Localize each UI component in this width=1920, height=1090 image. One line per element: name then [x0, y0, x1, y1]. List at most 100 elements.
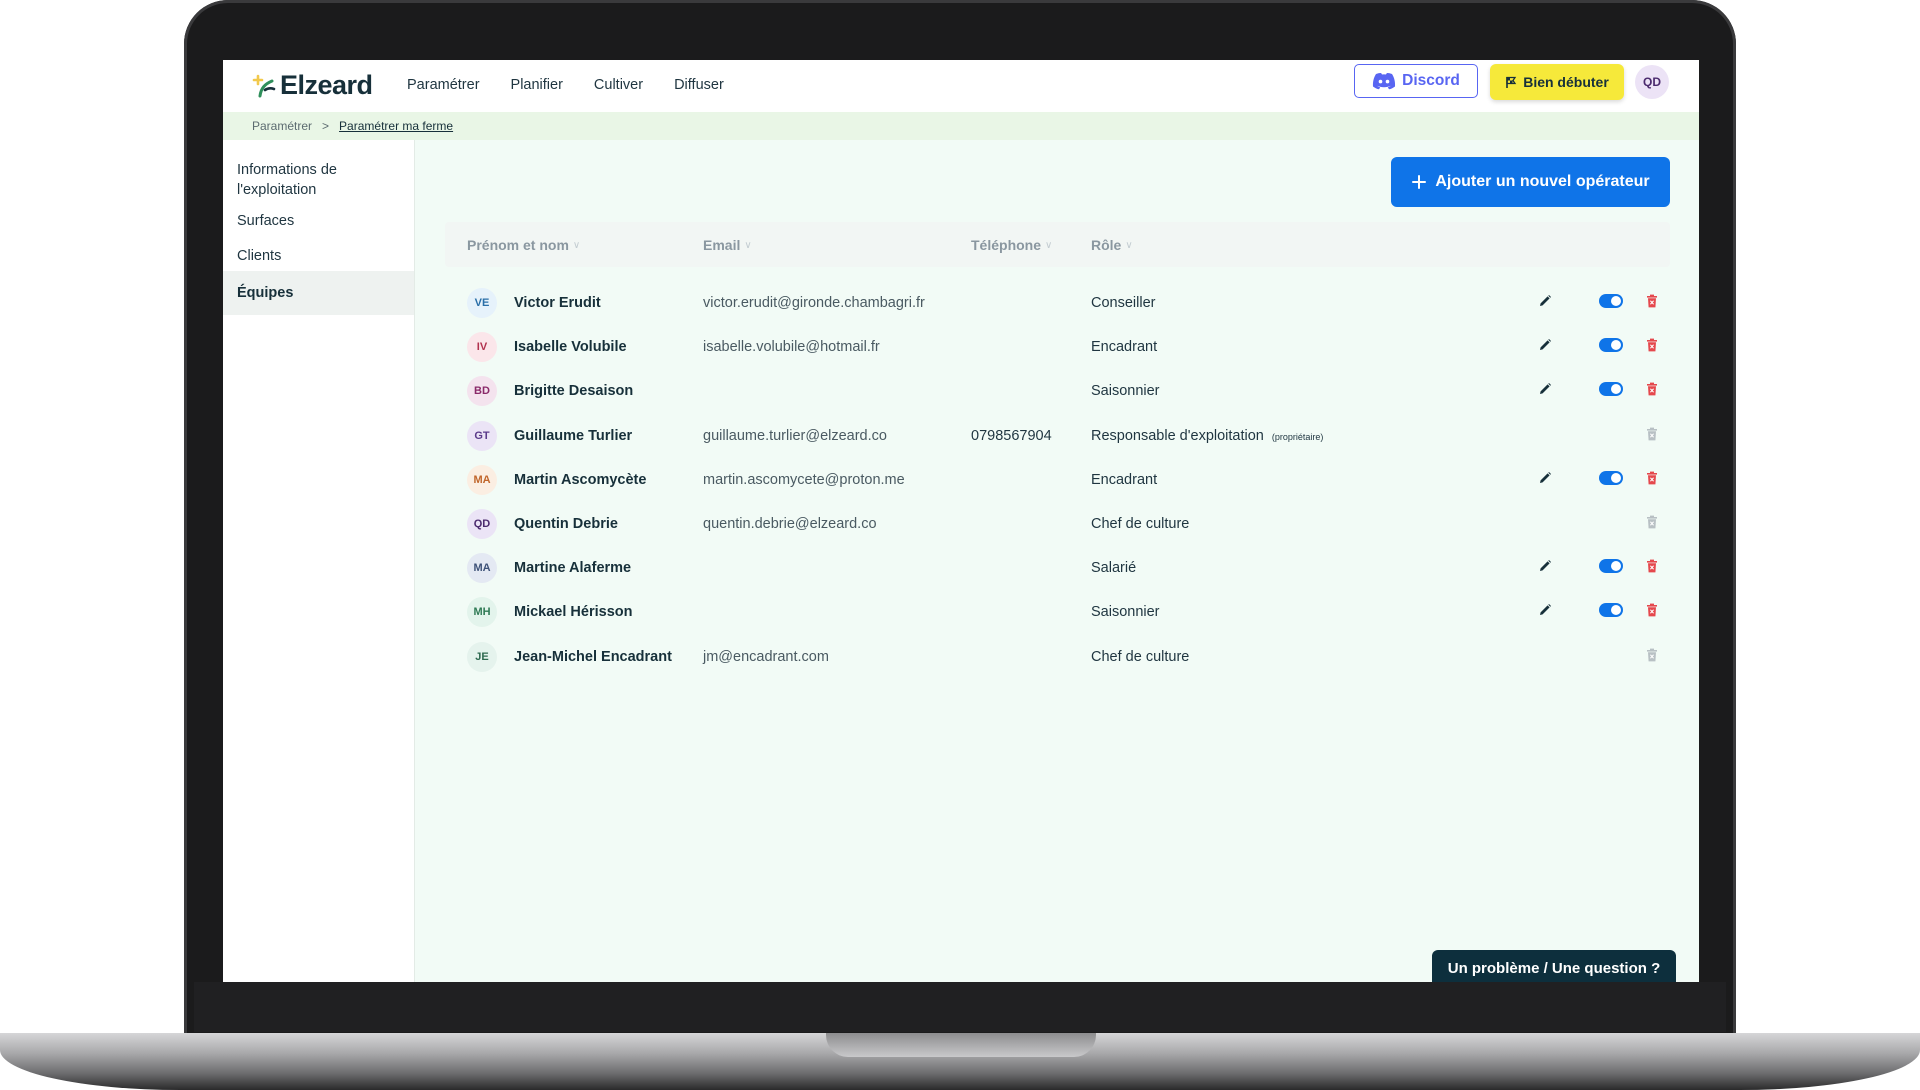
trash-icon	[1647, 427, 1657, 440]
delete-button[interactable]	[1642, 468, 1662, 488]
toggle-knob	[1611, 605, 1621, 616]
column-header-phone[interactable]: Téléphone ∨	[971, 237, 1052, 253]
edit-button[interactable]	[1535, 335, 1555, 355]
getting-started-button[interactable]: Bien débuter	[1490, 64, 1624, 100]
help-button[interactable]: Un problème / Une question ?	[1432, 950, 1676, 982]
column-header-name[interactable]: Prénom et nom ∨	[467, 237, 580, 253]
column-header-role[interactable]: Rôle ∨	[1091, 237, 1133, 253]
active-toggle[interactable]	[1599, 559, 1623, 574]
member-role: Chef de culture	[1091, 649, 1197, 665]
edit-button[interactable]	[1535, 556, 1555, 576]
nav-planifier[interactable]: Planifier	[511, 77, 563, 93]
flag-icon	[1506, 76, 1517, 88]
delete-button[interactable]	[1642, 291, 1662, 311]
trash-icon	[1647, 559, 1657, 573]
member-email: guillaume.turlier@elzeard.co	[703, 427, 887, 444]
active-toggle[interactable]	[1599, 294, 1623, 308]
trash-icon	[1647, 382, 1657, 396]
avatar: IV	[467, 332, 497, 363]
member-role-label: Chef de culture	[1091, 516, 1190, 532]
member-email: isabelle.volubile@hotmail.fr	[703, 339, 880, 356]
avatar: MA	[467, 553, 497, 584]
trash-icon	[1647, 471, 1657, 485]
chevron-down-icon: ∨	[744, 239, 752, 251]
trash-icon	[1647, 515, 1657, 529]
avatar: MA	[467, 464, 497, 495]
delete-button[interactable]	[1642, 379, 1662, 399]
laptop-bezel	[194, 982, 1726, 1032]
member-email: quentin.debrie@elzeard.co	[703, 516, 877, 532]
app-screen: Elzeard Paramétrer Planifier Cultiver Di…	[223, 60, 1699, 982]
member-name: Quentin Debrie	[514, 516, 618, 532]
avatar: QD	[467, 509, 497, 539]
trash-icon	[1647, 294, 1657, 308]
owner-tag: (propriétaire)	[1271, 431, 1324, 442]
delete-button[interactable]	[1642, 424, 1662, 444]
active-toggle[interactable]	[1599, 382, 1623, 397]
pencil-icon	[1540, 383, 1551, 395]
member-role-label: Saisonnier	[1091, 604, 1160, 621]
member-email: martin.ascomycete@proton.me	[703, 471, 905, 488]
discord-button[interactable]: Discord	[1354, 64, 1478, 98]
avatar: JE	[467, 641, 497, 672]
member-phone: 0798567904	[971, 427, 1052, 444]
nav-parametrer[interactable]: Paramétrer	[407, 77, 480, 93]
member-name: Martin Ascomycète	[514, 471, 647, 488]
nav-cultiver[interactable]: Cultiver	[594, 77, 643, 93]
toggle-knob	[1611, 561, 1621, 572]
sidebar-item-informations[interactable]: Informations de l'exploitation	[223, 160, 353, 200]
laptop-notch	[826, 1033, 1096, 1057]
toggle-knob	[1611, 384, 1621, 395]
delete-button[interactable]	[1642, 512, 1662, 532]
chevron-down-icon: ∨	[1125, 239, 1133, 251]
pencil-icon	[1540, 560, 1551, 572]
pencil-icon	[1540, 339, 1551, 351]
delete-button[interactable]	[1642, 335, 1662, 355]
delete-button[interactable]	[1642, 556, 1662, 576]
breadcrumb-current[interactable]: Paramétrer ma ferme	[339, 119, 453, 133]
active-toggle[interactable]	[1599, 603, 1623, 618]
edit-button[interactable]	[1535, 291, 1555, 311]
trash-icon	[1647, 603, 1657, 617]
trash-icon	[1647, 338, 1657, 352]
plus-icon	[1412, 175, 1427, 189]
edit-button[interactable]	[1535, 468, 1555, 488]
discord-logo-icon	[1373, 72, 1396, 90]
breadcrumb-parent[interactable]: Paramétrer	[252, 119, 312, 133]
main-nav: Paramétrer Planifier Cultiver Diffuser	[407, 77, 724, 93]
avatar: BD	[467, 376, 497, 407]
delete-button[interactable]	[1642, 600, 1662, 620]
toggle-knob	[1611, 340, 1621, 351]
chevron-down-icon: ∨	[572, 239, 581, 251]
elzeard-logo[interactable]: Elzeard	[251, 70, 373, 101]
getting-started-label: Bien débuter	[1523, 74, 1609, 90]
elzeard-logo-icon	[252, 74, 276, 97]
member-role: Saisonnier	[1091, 383, 1168, 399]
column-header-email[interactable]: Email ∨	[703, 237, 752, 253]
pencil-icon	[1540, 471, 1551, 483]
column-header-name-label: Prénom et nom	[467, 237, 569, 253]
active-toggle[interactable]	[1599, 470, 1623, 485]
column-header-email-label: Email	[703, 237, 741, 253]
nav-diffuser[interactable]: Diffuser	[674, 77, 724, 93]
pencil-icon	[1540, 604, 1551, 616]
sidebar-item-surfaces[interactable]: Surfaces	[223, 211, 414, 231]
trash-icon	[1647, 648, 1657, 661]
edit-button[interactable]	[1535, 600, 1555, 620]
avatar: VE	[467, 288, 497, 318]
sidebar-item-clients[interactable]: Clients	[223, 246, 414, 266]
user-avatar[interactable]: QD	[1635, 65, 1669, 99]
member-role-label: Saisonnier	[1091, 383, 1160, 400]
column-header-phone-label: Téléphone	[971, 237, 1042, 253]
add-operator-button[interactable]: Ajouter un nouvel opérateur	[1391, 157, 1670, 207]
column-header-role-label: Rôle	[1091, 237, 1122, 253]
avatar: GT	[467, 420, 497, 451]
sidebar-item-equipes[interactable]: Équipes	[223, 271, 414, 315]
member-role: Chef de culture	[1091, 516, 1197, 532]
active-toggle[interactable]	[1599, 338, 1623, 353]
edit-button[interactable]	[1535, 379, 1555, 399]
member-name: Guillaume Turlier	[514, 427, 633, 444]
member-role-label: Chef de culture	[1091, 648, 1190, 665]
breadcrumb-separator: >	[322, 119, 330, 133]
delete-button[interactable]	[1642, 645, 1662, 665]
